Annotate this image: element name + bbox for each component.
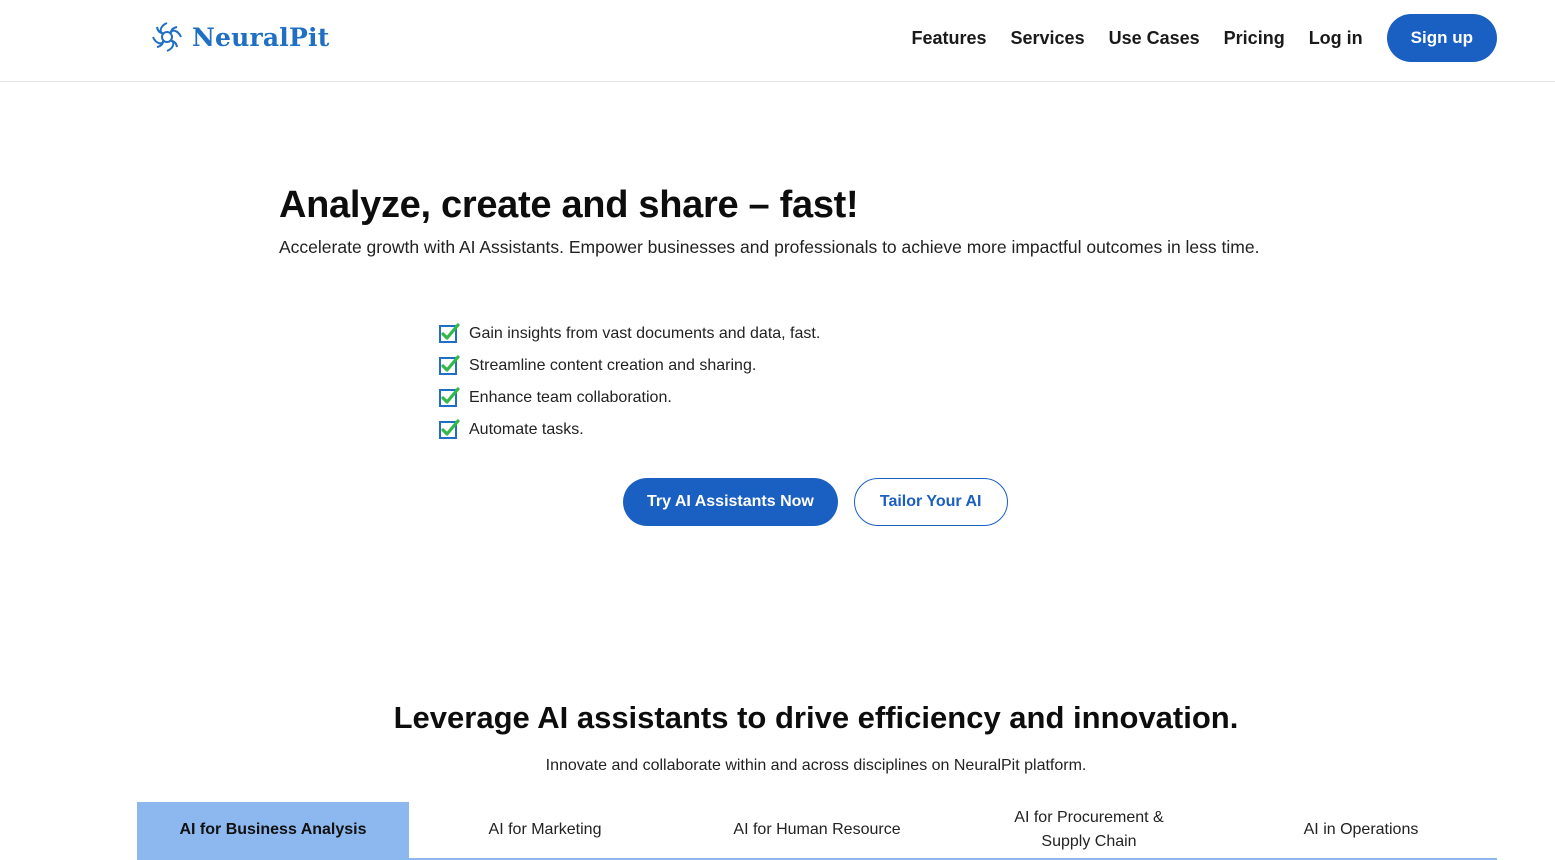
- feature-text: Gain insights from vast documents and da…: [469, 325, 821, 342]
- green-checkbox-icon: [439, 387, 460, 407]
- nav-pricing[interactable]: Pricing: [1224, 28, 1285, 49]
- feature-text: Enhance team collaboration.: [469, 389, 672, 406]
- tab-human-resource[interactable]: AI for Human Resource: [681, 802, 953, 858]
- try-ai-assistants-button[interactable]: Try AI Assistants Now: [623, 478, 838, 526]
- brand-logo[interactable]: NeuralPit: [150, 18, 329, 56]
- tab-marketing[interactable]: AI for Marketing: [409, 802, 681, 858]
- nav-use-cases[interactable]: Use Cases: [1109, 28, 1200, 49]
- brand-name: NeuralPit: [192, 22, 330, 52]
- neural-swirl-icon: [152, 22, 182, 52]
- section-subtitle: Innovate and collaborate within and acro…: [545, 757, 1087, 774]
- green-checkbox-icon: [439, 419, 460, 439]
- use-case-tabs: AI for Business Analysis AI for Marketin…: [137, 802, 1497, 860]
- feature-item: Enhance team collaboration.: [438, 382, 820, 414]
- hero-cta-row: Try AI Assistants Now Tailor Your AI: [623, 478, 1008, 526]
- feature-item: Streamline content creation and sharing.: [438, 350, 820, 382]
- feature-list: Gain insights from vast documents and da…: [438, 318, 820, 446]
- feature-item: Automate tasks.: [438, 414, 820, 446]
- feature-text: Streamline content creation and sharing.: [469, 357, 757, 374]
- hero-subtitle: Accelerate growth with AI Assistants. Em…: [279, 237, 1260, 257]
- tab-procurement-supply-chain[interactable]: AI for Procurement & Supply Chain: [953, 802, 1225, 858]
- tab-operations[interactable]: AI in Operations: [1225, 802, 1497, 858]
- tailor-your-ai-button[interactable]: Tailor Your AI: [853, 478, 1008, 526]
- tab-business-analysis[interactable]: AI for Business Analysis: [137, 802, 409, 858]
- feature-item: Gain insights from vast documents and da…: [438, 318, 820, 350]
- signup-button[interactable]: Sign up: [1386, 14, 1497, 62]
- nav-login[interactable]: Log in: [1309, 28, 1363, 49]
- green-checkbox-icon: [439, 355, 460, 375]
- main-nav: Features Services Use Cases Pricing Log …: [887, 14, 1497, 62]
- section-title: Leverage AI assistants to drive efficien…: [393, 700, 1239, 735]
- nav-features[interactable]: Features: [911, 28, 986, 49]
- nav-services[interactable]: Services: [1011, 28, 1085, 49]
- green-checkbox-icon: [439, 323, 460, 343]
- hero-title: Analyze, create and share – fast!: [279, 184, 859, 226]
- site-header: NeuralPit Features Services Use Cases Pr…: [0, 0, 1555, 82]
- feature-text: Automate tasks.: [469, 421, 584, 438]
